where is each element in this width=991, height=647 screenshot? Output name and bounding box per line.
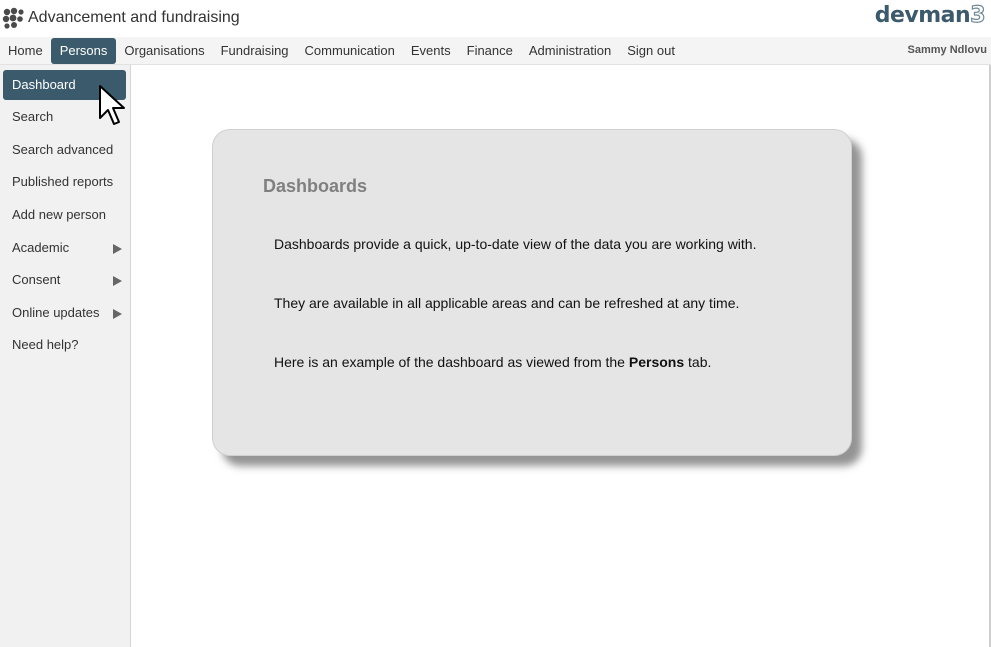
nav-tab-fundraising[interactable]: Fundraising	[213, 38, 297, 64]
brand-logo: devman3	[874, 2, 986, 28]
sidebar-item-label: Academic	[12, 240, 70, 255]
triangle-right-icon	[113, 276, 122, 286]
brand-name: devman	[874, 3, 971, 28]
sidebar: Dashboard Search Search advanced Publish…	[0, 65, 131, 647]
sidebar-item-academic[interactable]: Academic	[3, 233, 126, 263]
user-name[interactable]: Sammy Ndlovu	[908, 37, 987, 63]
triangle-right-icon	[113, 309, 122, 319]
dots-logo-icon	[2, 7, 24, 29]
sidebar-item-consent[interactable]: Consent	[3, 265, 126, 295]
panel-text-line-2: They are available in all applicable are…	[274, 295, 740, 311]
nav-tab-home[interactable]: Home	[0, 38, 51, 64]
sidebar-item-label: Online updates	[12, 305, 100, 320]
sidebar-item-label: Consent	[12, 272, 61, 287]
nav-tab-organisations[interactable]: Organisations	[116, 38, 212, 64]
sidebar-item-need-help[interactable]: Need help?	[3, 330, 126, 360]
sidebar-item-online-updates[interactable]: Online updates	[3, 298, 126, 328]
sidebar-item-search-advanced[interactable]: Search advanced	[3, 135, 126, 165]
nav-tab-persons[interactable]: Persons	[50, 38, 117, 64]
main-nav: Home Persons Organisations Fundraising C…	[0, 37, 991, 65]
nav-tab-events[interactable]: Events	[403, 38, 459, 64]
nav-tab-communication[interactable]: Communication	[297, 38, 403, 64]
nav-tab-administration[interactable]: Administration	[521, 38, 619, 64]
top-bar: Advancement and fundraising devman3	[0, 0, 991, 37]
persons-tab-reference: Persons	[628, 354, 685, 370]
nav-tab-finance[interactable]: Finance	[459, 38, 521, 64]
panel-text-line-1: Dashboards provide a quick, up-to-date v…	[274, 236, 757, 252]
panel-text-segment: Here is an example of the dashboard as v…	[274, 354, 629, 370]
sidebar-item-published-reports[interactable]: Published reports	[3, 167, 126, 197]
app-title: Advancement and fundraising	[28, 9, 240, 26]
panel-text-line-3: Here is an example of the dashboard as v…	[274, 354, 711, 370]
dashboards-info-panel: Dashboards Dashboards provide a quick, u…	[212, 129, 852, 456]
sidebar-item-add-new-person[interactable]: Add new person	[3, 200, 126, 230]
nav-sign-out[interactable]: Sign out	[619, 38, 683, 64]
brand-version: 3	[970, 2, 986, 28]
panel-text-segment: tab.	[684, 354, 712, 370]
mouse-pointer-icon	[99, 85, 125, 125]
panel-title: Dashboards	[263, 176, 368, 196]
triangle-right-icon	[113, 244, 122, 254]
